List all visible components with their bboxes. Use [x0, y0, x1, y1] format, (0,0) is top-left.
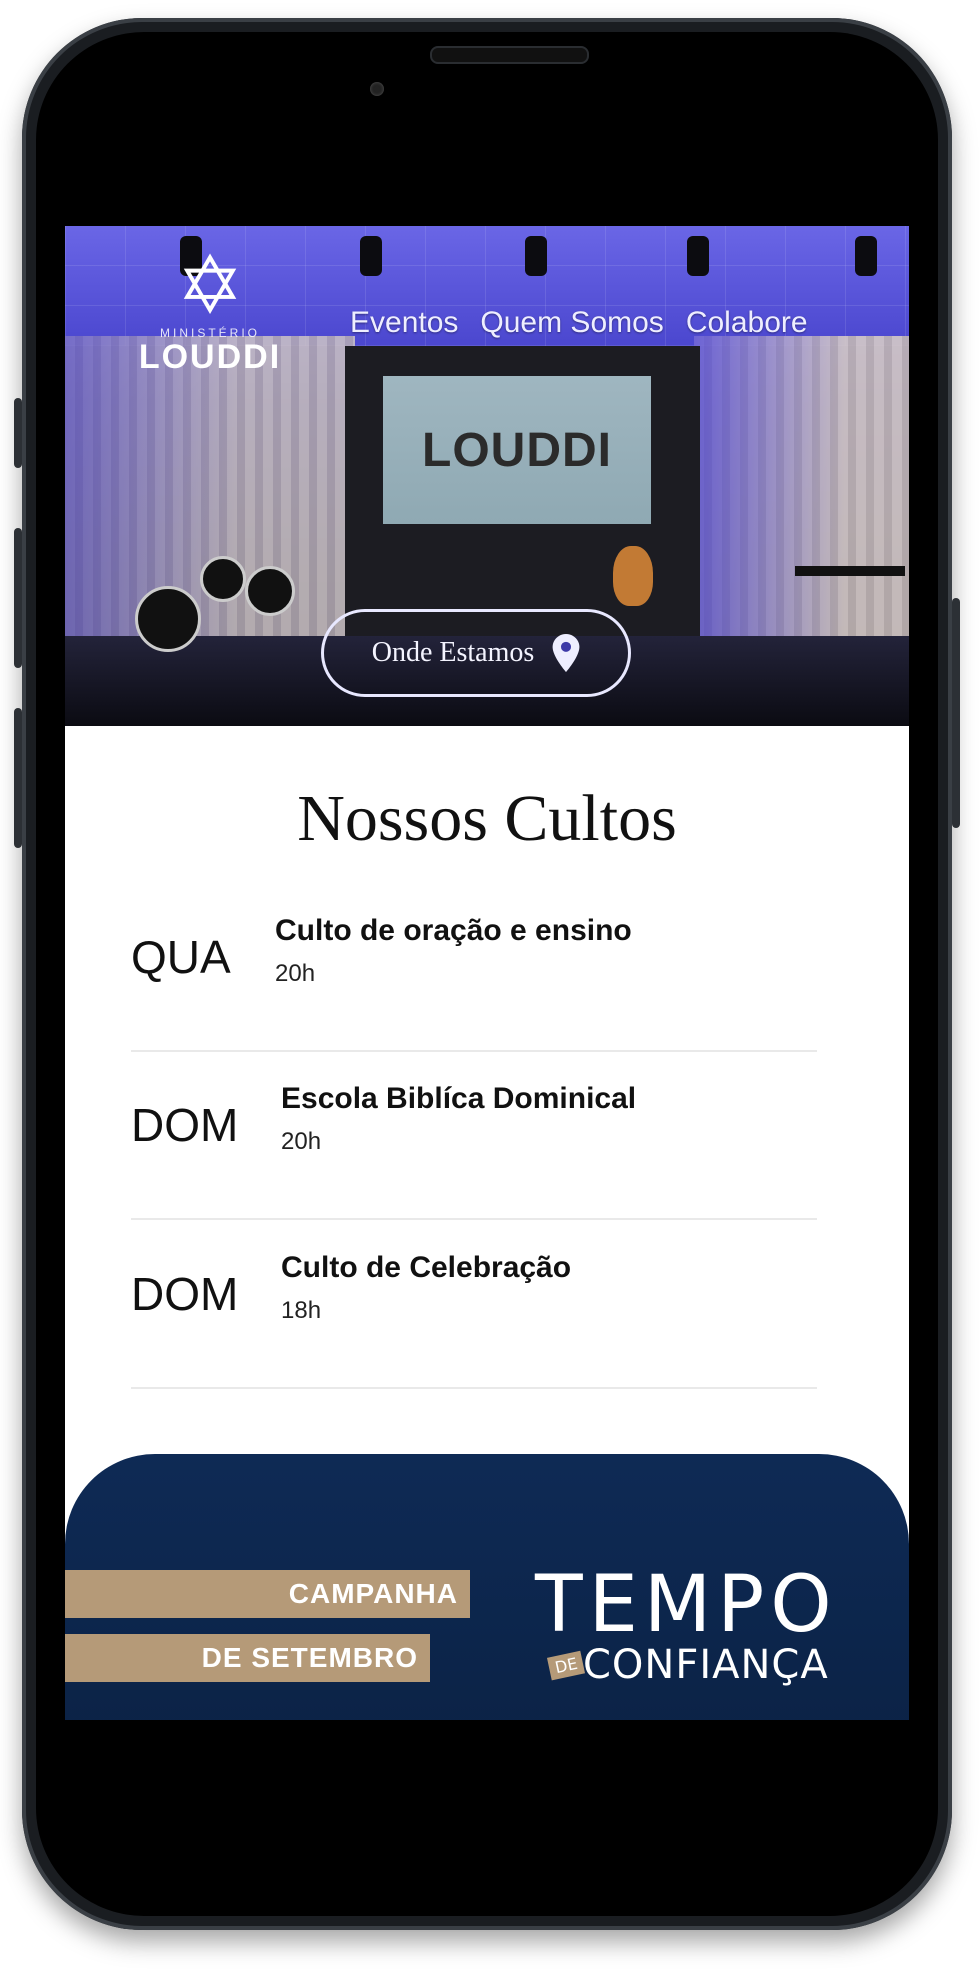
service-name: Culto de oração e ensino: [275, 914, 632, 947]
service-day: QUA: [131, 931, 231, 983]
banner-band: DE SETEMBRO: [65, 1634, 430, 1682]
banner-title-main: TEMPO: [535, 1560, 838, 1650]
projection-logo: LOUDDI: [422, 423, 612, 477]
banner-title: TEMPO DE CONFIANÇA: [535, 1560, 838, 1688]
volume-up-button: [14, 528, 22, 668]
map-pin-icon: [552, 634, 580, 672]
stage-light: [855, 236, 877, 276]
nav-colabore[interactable]: Colabore: [686, 306, 808, 340]
logo-top-text: MINISTÉRIO: [159, 326, 260, 340]
hero-section: LOUDDI ✡ MINISTÉRIO LOUDDI Eventos Quem …: [65, 226, 909, 726]
stage-light: [525, 236, 547, 276]
service-time: 18h: [281, 1297, 322, 1324]
speaker-grille: [430, 46, 589, 64]
mute-switch: [14, 398, 22, 468]
projection-screen: LOUDDI: [383, 376, 651, 524]
section-title: Nossos Cultos: [297, 782, 677, 855]
front-camera: [370, 82, 384, 96]
main-nav: Eventos Quem Somos Colabore: [350, 306, 808, 340]
curtain-right: [694, 336, 909, 666]
service-row: QUA Culto de oração e ensino 20h: [131, 882, 817, 1052]
volume-down-button: [14, 708, 22, 848]
star-of-david-lion-icon: ✡: [176, 241, 244, 330]
drum: [135, 586, 201, 652]
drum: [200, 556, 246, 602]
service-row: DOM Escola Biblíca Dominical 20h: [131, 1050, 817, 1220]
service-day: DOM: [131, 1268, 239, 1320]
service-time: 20h: [275, 960, 316, 987]
banner-title-de: DE: [546, 1650, 586, 1681]
logo-name: LOUDDI: [138, 338, 282, 376]
church-logo[interactable]: ✡ MINISTÉRIO LOUDDI: [135, 246, 285, 376]
service-row: DOM Culto de Celebração 18h: [131, 1219, 817, 1389]
campaign-banner[interactable]: CAMPANHA DE SETEMBRO TEMPO DE CONFIANÇA: [65, 1454, 909, 1720]
drum: [245, 566, 295, 616]
location-button-label: Onde Estamos: [371, 637, 535, 668]
browser-viewport: LOUDDI ✡ MINISTÉRIO LOUDDI Eventos Quem …: [65, 226, 909, 1720]
power-button: [952, 598, 960, 828]
curtain-left: [65, 336, 355, 666]
stage-light: [360, 236, 382, 276]
notch: [334, 54, 684, 154]
service-name: Escola Biblíca Dominical: [281, 1082, 637, 1115]
stage-light: [687, 236, 709, 276]
nav-quem-somos[interactable]: Quem Somos: [480, 306, 663, 340]
service-time: 20h: [281, 1128, 322, 1155]
banner-title-sub: CONFIANÇA: [583, 1642, 829, 1688]
banner-band: CAMPANHA: [65, 1570, 470, 1618]
guitar: [613, 546, 653, 606]
location-button[interactable]: Onde Estamos: [321, 609, 631, 697]
service-name: Culto de Celebração: [281, 1251, 572, 1284]
service-day: DOM: [131, 1099, 239, 1151]
keyboard-stand: [795, 566, 905, 576]
nav-eventos[interactable]: Eventos: [350, 306, 458, 340]
